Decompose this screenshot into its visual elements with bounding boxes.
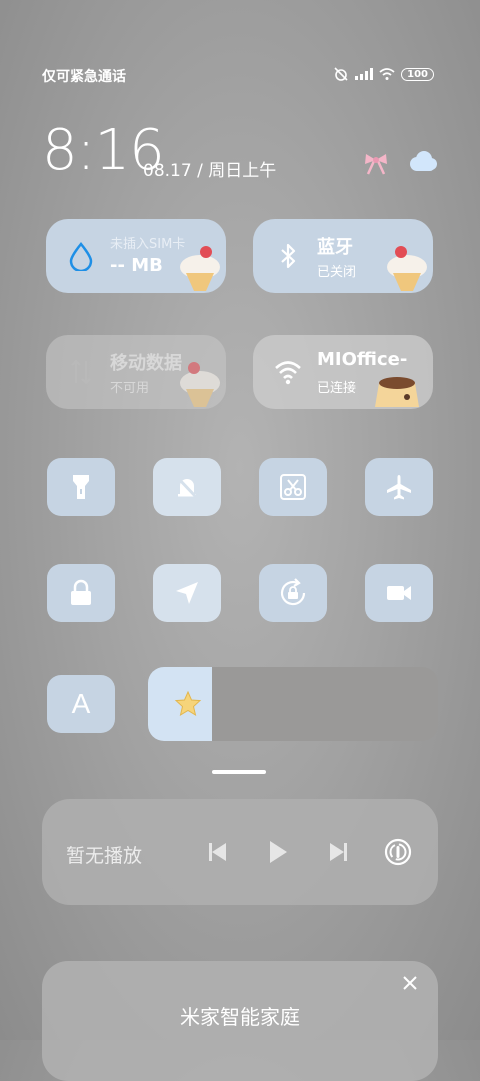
mobile-data-sub: 不可用 [110, 381, 150, 396]
cloud-icon [410, 151, 437, 171]
screenshot-button[interactable] [259, 458, 327, 516]
mobile-data-tile[interactable]: 移动数据 不可用 [46, 335, 226, 409]
rotation-lock-icon [280, 578, 306, 606]
wifi-tile-sub: 已连接 [317, 381, 357, 396]
brightness-slider[interactable] [148, 667, 438, 741]
wifi-icon [379, 68, 395, 80]
sim-data-tile[interactable]: 未插入SIM卡 -- MB [46, 219, 226, 293]
smart-home-title: 米家智能家庭 [180, 1005, 300, 1029]
flashlight-icon [73, 475, 89, 499]
screen-record-button[interactable] [365, 564, 433, 622]
mobile-data-label: 移动数据 [110, 353, 182, 374]
media-status-label: 暂无播放 [66, 845, 143, 867]
bell-off-icon [175, 475, 199, 500]
mobile-data-icon [71, 359, 91, 385]
play-icon[interactable] [262, 837, 292, 867]
video-camera-icon [387, 586, 411, 600]
sim-tile-sub: -- MB [110, 255, 163, 276]
wifi-icon [275, 361, 301, 385]
cake-sticker-icon [180, 246, 220, 291]
pudding-sticker-icon [375, 377, 419, 407]
bluetooth-tile[interactable]: 蓝牙 已关闭 [253, 219, 433, 293]
flashlight-button[interactable] [47, 458, 115, 516]
lock-icon [71, 579, 91, 605]
wifi-tile[interactable]: MIOffice- 已连接 [253, 335, 433, 409]
lock-screen-button[interactable] [47, 564, 115, 622]
rotation-lock-button[interactable] [259, 564, 327, 622]
reading-mode-button[interactable]: A [47, 675, 115, 733]
scissors-screenshot-icon [280, 474, 306, 500]
ribbon-icon [365, 154, 387, 175]
silent-mode-button[interactable] [153, 458, 221, 516]
clock-date: 08.17 / 周日上午 [143, 161, 277, 181]
wifi-tile-label: MIOffice- [317, 349, 408, 370]
bluetooth-tile-sub: 已关闭 [317, 265, 357, 280]
previous-track-icon[interactable] [202, 837, 232, 867]
status-icons: 100 [333, 66, 434, 82]
reading-mode-label: A [71, 688, 91, 719]
bluetooth-icon [281, 243, 296, 269]
close-icon[interactable] [400, 973, 420, 993]
sim-tile-label: 未插入SIM卡 [110, 237, 186, 252]
airplane-icon [387, 475, 411, 500]
audio-output-icon[interactable] [383, 837, 413, 867]
next-track-icon[interactable] [324, 837, 354, 867]
media-player-card[interactable]: 暂无播放 [42, 799, 438, 905]
bluetooth-tile-label: 蓝牙 [317, 237, 353, 258]
location-arrow-icon [176, 582, 198, 604]
airplane-mode-button[interactable] [365, 458, 433, 516]
star-icon [174, 691, 202, 717]
alarm-off-icon [334, 67, 348, 81]
location-button[interactable] [153, 564, 221, 622]
carrier-status: 仅可紧急通话 [42, 69, 126, 85]
battery-indicator: 100 [401, 67, 434, 81]
panel-drag-handle[interactable] [212, 770, 266, 774]
data-drop-icon [69, 242, 93, 271]
signal-icon [355, 68, 374, 80]
cake-sticker-icon [180, 362, 220, 407]
cake-sticker-icon [387, 246, 427, 291]
smart-home-card[interactable]: 米家智能家庭 [42, 961, 438, 1081]
